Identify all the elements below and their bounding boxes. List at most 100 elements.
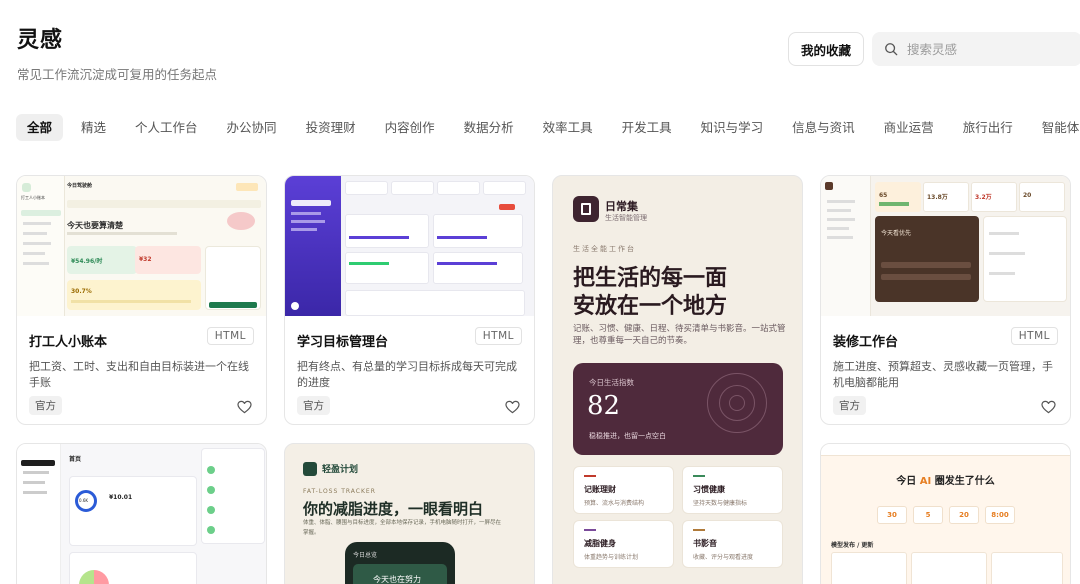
lead-line-1: 记账、习惯、健康、日程、待买清单与书影音。一站式管 [573,324,786,334]
phone-title: 今日总览 [353,552,378,559]
score-note: 稳稳推进，也留一点空白 [589,432,666,440]
stat-box: 5 [913,506,943,524]
format-badge: HTML [1010,327,1058,345]
stat-box: 30 [877,506,907,524]
tab-travel[interactable]: 旅行出行 [952,114,1024,141]
page-header: 灵感 常见工作流沉淀成可复用的任务起点 [17,22,217,83]
headline: 你的减脂进度，一眼看明白 [303,500,484,518]
mini-stat-1: 65 [879,192,888,199]
headline-ai: AI [919,476,932,487]
mini-ratio: 0.6K [79,498,88,503]
tab-all[interactable]: 全部 [16,114,64,141]
mini-stat-progress: 30.7% [71,288,92,295]
heart-icon[interactable] [1041,400,1056,414]
kicker: 生活全能工作台 [573,245,636,253]
mini-top-title: 今日驾驶舱 [67,183,93,189]
lead-line-2: 理，也尊重每一天自己的节奏。 [573,336,693,346]
kicker: FAT-LOSS TRACKER [303,488,376,495]
tab-knowledge-learning[interactable]: 知识与学习 [690,114,775,141]
card-description: 把工资、工时、支出和自由目标装进一个在线手账 [29,360,249,389]
format-badge: HTML [206,327,254,345]
card-thumbnail: 65 13.8万 3.2万 20 今天看优先 [821,176,1070,316]
mini-stat-spend: ¥32 [139,256,152,263]
mini-stat-2: 13.8万 [927,194,948,201]
tab-featured[interactable]: 精选 [70,114,117,141]
stat-box: 20 [949,506,979,524]
tab-investment[interactable]: 投资理财 [295,114,367,141]
mini-app-name: 打工人小账本 [21,195,45,200]
tab-content-creation[interactable]: 内容创作 [374,114,446,141]
heart-icon[interactable] [237,400,252,414]
tile-title: 减脂健身 [584,539,616,548]
headline-prefix: 今日 [896,476,920,487]
mini-heading: 首页 [69,456,82,463]
tab-office-collab[interactable]: 办公协同 [216,114,288,141]
card-daily-collection[interactable]: 日常集 生活智能管理 生活全能工作台 把生活的每一面 安放在一个地方 记账、习惯… [552,175,803,584]
app-logo [303,462,317,476]
tile-title: 习惯健康 [693,485,725,494]
tile-subtitle: 坚持天数与健康指标 [693,500,748,507]
tab-business-ops[interactable]: 商业运营 [873,114,945,141]
card-finance-dashboard[interactable]: 首页 0.6K ¥10.01 [16,443,267,584]
app-logo [573,196,599,222]
tile-title: 书影音 [693,539,717,548]
mini-stat-4: 20 [1023,192,1032,199]
tile-subtitle: 收藏、评分与观看进度 [693,554,754,561]
tile-habits[interactable]: 习惯健康 坚持天数与健康指标 [682,466,783,514]
search-icon [885,43,898,56]
category-tabs: 全部 精选 个人工作台 办公协同 投资理财 内容创作 数据分析 效率工具 开发工… [16,114,1080,141]
tile-fitness[interactable]: 减脂健身 体重趋势与训练计划 [573,520,674,568]
card-renovation-workbench[interactable]: 65 13.8万 3.2万 20 今天看优先 装修工作台 HTML 施工进度、预… [820,175,1071,425]
card-study-goals[interactable]: 学习目标管理台 HTML 把有终点、有总量的学习目标拆成每天可完成的进度 官方 [284,175,535,425]
tab-dev-tools[interactable]: 开发工具 [611,114,683,141]
my-favorites-button[interactable]: 我的收藏 [788,32,864,66]
page-subtitle: 常见工作流沉淀成可复用的任务起点 [17,67,218,82]
card-description: 施工进度、预算超支、灵感收藏一页管理，手机电脑都能用 [833,360,1053,389]
brand-subtitle: 生活智能管理 [605,214,647,222]
card-thumbnail [285,176,534,316]
mini-heading: 今天也要算清楚 [67,221,123,230]
phone-mockup: 今日总览 今天也在努力 [345,542,455,584]
brand-name: 轻盈计划 [322,465,359,475]
mini-dark-title: 今天看优先 [881,230,912,237]
headline-suffix: 圈发生了什么 [931,476,995,487]
life-score-panel: 今日生活指数 82 稳稳推进，也留一点空白 [573,363,783,455]
page-title: 灵感 [17,28,64,53]
tab-agent-capability[interactable]: 智能体能力 [1031,114,1080,141]
tile-subtitle: 体重趋势与训练计划 [584,554,639,561]
stat-box: 8:00 [985,506,1015,524]
official-badge: 官方 [833,396,866,415]
card-thumbnail: 首页 0.6K ¥10.01 [17,444,266,584]
headline: 今日 AI 圈发生了什么 [821,472,1070,487]
tile-title: 记账理财 [584,485,616,494]
tile-media[interactable]: 书影音 收藏、评分与观看进度 [682,520,783,568]
tab-efficiency-tools[interactable]: 效率工具 [532,114,604,141]
search-input[interactable] [907,41,1067,57]
tile-accounting[interactable]: 记账理财 预算、流水与消费结构 [573,466,674,514]
official-badge: 官方 [297,396,330,415]
card-description: 把有终点、有总量的学习目标拆成每天可完成的进度 [297,360,517,389]
mini-amount: ¥10.01 [109,494,133,501]
section-title: 模型发布 / 更新 [831,542,874,549]
format-badge: HTML [474,327,522,345]
phone-text: 今天也在努力 [373,575,421,584]
score-label: 今日生活指数 [589,378,634,387]
score-value: 82 [587,391,621,421]
heart-icon[interactable] [505,400,520,414]
tile-subtitle: 预算、流水与消费结构 [584,500,645,507]
card-thumbnail: 打工人小账本 今日驾驶舱 今天也要算清楚 ¥54.96/时 ¥32 30.7% [17,176,266,316]
tab-info-news[interactable]: 信息与资讯 [781,114,866,141]
lead-line-1: 体重、体脂、腰围与目标进度，全部本地保存记录，手机电脑随时打开，一屏尽在 [303,520,502,526]
tab-personal-workbench[interactable]: 个人工作台 [124,114,209,141]
official-badge: 官方 [29,396,62,415]
mini-stat-3: 3.2万 [975,194,992,201]
headline-line-2: 安放在一个地方 [573,293,728,319]
brand-name: 日常集 [605,200,638,213]
search-box[interactable] [872,32,1080,66]
mini-stat-hourly: ¥54.96/时 [71,258,103,265]
lead-line-2: 掌握。 [303,530,320,536]
card-worker-ledger[interactable]: 打工人小账本 今日驾驶舱 今天也要算清楚 ¥54.96/时 ¥32 30.7% … [16,175,267,425]
card-ai-daily[interactable]: 今日 AI 圈发生了什么 30 5 20 8:00 模型发布 / 更新 [820,443,1071,584]
tab-data-analysis[interactable]: 数据分析 [453,114,525,141]
card-fat-loss-plan[interactable]: 轻盈计划 FAT-LOSS TRACKER 你的减脂进度，一眼看明白 体重、体脂… [284,443,535,584]
